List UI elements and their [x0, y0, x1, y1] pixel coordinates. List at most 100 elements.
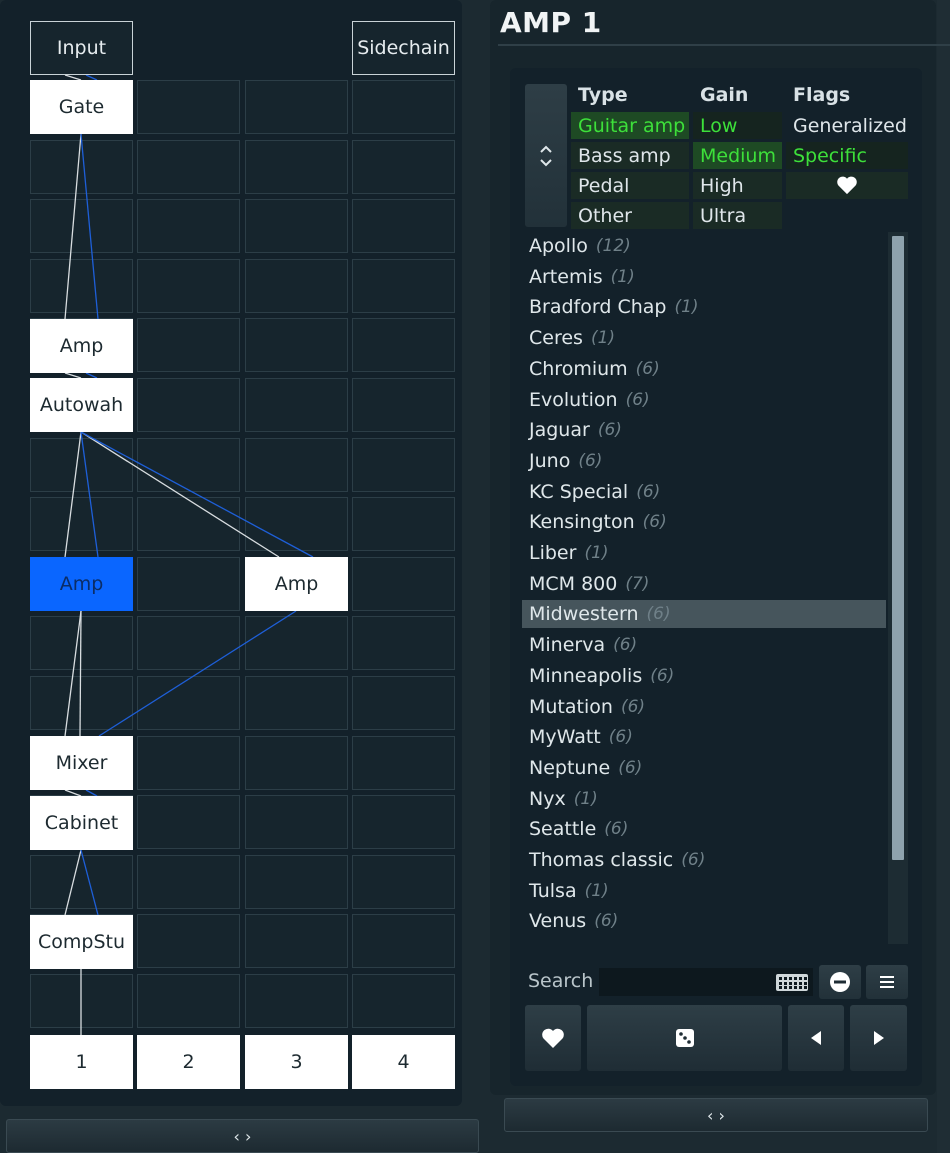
grid-cell[interactable] [137, 795, 240, 849]
grid-cell[interactable] [137, 80, 240, 134]
grid-cell[interactable] [137, 259, 240, 313]
preset-item[interactable]: Mutation (6) [522, 693, 886, 721]
grid-cell[interactable] [245, 140, 348, 194]
grid-cell[interactable] [352, 497, 455, 551]
grid-cell[interactable] [352, 855, 455, 909]
random-preset-button[interactable] [587, 1005, 782, 1071]
filter-scroll-button[interactable] [525, 84, 567, 227]
grid-cell[interactable] [30, 140, 133, 194]
grid-cell[interactable] [137, 378, 240, 432]
grid-cell[interactable] [137, 497, 240, 551]
column-button-3[interactable]: 3 [245, 1035, 348, 1089]
node-compstu[interactable]: CompStu [30, 915, 133, 969]
grid-cell[interactable] [352, 318, 455, 372]
grid-cell[interactable] [245, 259, 348, 313]
grid-cell[interactable] [245, 438, 348, 492]
preset-item[interactable]: Bradford Chap (1) [522, 293, 886, 321]
module-collapse-button[interactable]: ‹ › [504, 1098, 928, 1132]
grid-cell[interactable] [352, 259, 455, 313]
grid-cell[interactable] [137, 914, 240, 968]
filter-flag-specific[interactable]: Specific [786, 142, 908, 169]
node-amp-1[interactable]: Amp [30, 319, 133, 373]
grid-cell[interactable] [245, 318, 348, 372]
grid-cell[interactable] [137, 438, 240, 492]
preset-item[interactable]: MCM 800 (7) [522, 570, 886, 598]
preset-item[interactable]: Nyx (1) [522, 785, 886, 813]
grid-cell[interactable] [30, 259, 133, 313]
sidechain-node[interactable]: Sidechain [352, 21, 455, 75]
preset-item[interactable]: Jaguar (6) [522, 416, 886, 444]
filter-type-guitar-amp[interactable]: Guitar amp [571, 112, 689, 139]
grid-cell[interactable] [352, 616, 455, 670]
node-cabinet[interactable]: Cabinet [30, 796, 133, 850]
column-button-2[interactable]: 2 [137, 1035, 240, 1089]
grid-cell[interactable] [352, 795, 455, 849]
preset-item[interactable]: Tulsa (1) [522, 877, 886, 905]
grid-cell[interactable] [30, 199, 133, 253]
preset-item[interactable]: Ceres (1) [522, 324, 886, 352]
grid-cell[interactable] [137, 616, 240, 670]
grid-cell[interactable] [352, 438, 455, 492]
grid-cell[interactable] [352, 676, 455, 730]
grid-cell[interactable] [352, 378, 455, 432]
column-button-4[interactable]: 4 [352, 1035, 455, 1089]
filter-flag-favorite[interactable] [786, 172, 908, 199]
previous-preset-button[interactable] [788, 1005, 844, 1071]
grid-cell[interactable] [30, 438, 133, 492]
preset-item[interactable]: Chromium (6) [522, 355, 886, 383]
grid-cell[interactable] [137, 974, 240, 1028]
grid-cell[interactable] [245, 199, 348, 253]
grid-cell[interactable] [245, 497, 348, 551]
grid-cell[interactable] [245, 914, 348, 968]
node-amp-selected[interactable]: Amp [30, 557, 133, 611]
grid-cell[interactable] [137, 736, 240, 790]
grid-cell[interactable] [245, 676, 348, 730]
preset-item[interactable]: Evolution (6) [522, 386, 886, 414]
preset-item[interactable]: Juno (6) [522, 447, 886, 475]
preset-item[interactable]: Thomas classic (6) [522, 846, 886, 874]
preset-scrollbar-thumb[interactable] [892, 236, 904, 860]
grid-cell[interactable] [137, 557, 240, 611]
preset-item[interactable]: Liber (1) [522, 539, 886, 567]
input-node[interactable]: Input [30, 21, 133, 75]
grid-cell[interactable] [245, 616, 348, 670]
grid-cell[interactable] [245, 736, 348, 790]
node-autowah[interactable]: Autowah [30, 378, 133, 432]
preset-item[interactable]: Artemis (1) [522, 263, 886, 291]
next-preset-button[interactable] [850, 1005, 907, 1071]
preset-item[interactable]: Minerva (6) [522, 631, 886, 659]
node-gate[interactable]: Gate [30, 80, 133, 134]
filter-flag-generalized[interactable]: Generalized [786, 112, 908, 139]
keyboard-icon[interactable] [776, 974, 808, 991]
preset-item[interactable]: Neptune (6) [522, 754, 886, 782]
grid-cell[interactable] [30, 676, 133, 730]
preset-item[interactable]: Kensington (6) [522, 508, 886, 536]
preset-item[interactable]: Venus (6) [522, 907, 886, 935]
grid-cell[interactable] [30, 497, 133, 551]
grid-cell[interactable] [245, 80, 348, 134]
clear-search-button[interactable] [819, 965, 861, 999]
grid-cell[interactable] [245, 855, 348, 909]
node-mixer[interactable]: Mixer [30, 736, 133, 790]
preset-item[interactable]: Minneapolis (6) [522, 662, 886, 690]
preset-item[interactable]: KC Special (6) [522, 478, 886, 506]
grid-cell[interactable] [245, 974, 348, 1028]
grid-cell[interactable] [137, 855, 240, 909]
favorite-button[interactable] [525, 1005, 581, 1071]
grid-cell[interactable] [30, 974, 133, 1028]
grid-cell[interactable] [352, 199, 455, 253]
grid-cell[interactable] [352, 557, 455, 611]
filter-gain-ultra[interactable]: Ultra [693, 202, 782, 229]
grid-cell[interactable] [137, 676, 240, 730]
grid-cell[interactable] [352, 736, 455, 790]
preset-item[interactable]: Midwestern (6) [522, 600, 886, 629]
routing-collapse-button[interactable]: ‹ › [6, 1119, 479, 1153]
column-button-1[interactable]: 1 [30, 1035, 133, 1089]
grid-cell[interactable] [352, 914, 455, 968]
grid-cell[interactable] [137, 140, 240, 194]
grid-cell[interactable] [245, 378, 348, 432]
preset-item[interactable]: Seattle (6) [522, 815, 886, 843]
node-amp-3[interactable]: Amp [245, 557, 348, 611]
filter-type-other[interactable]: Other [571, 202, 689, 229]
menu-button[interactable] [866, 965, 908, 999]
